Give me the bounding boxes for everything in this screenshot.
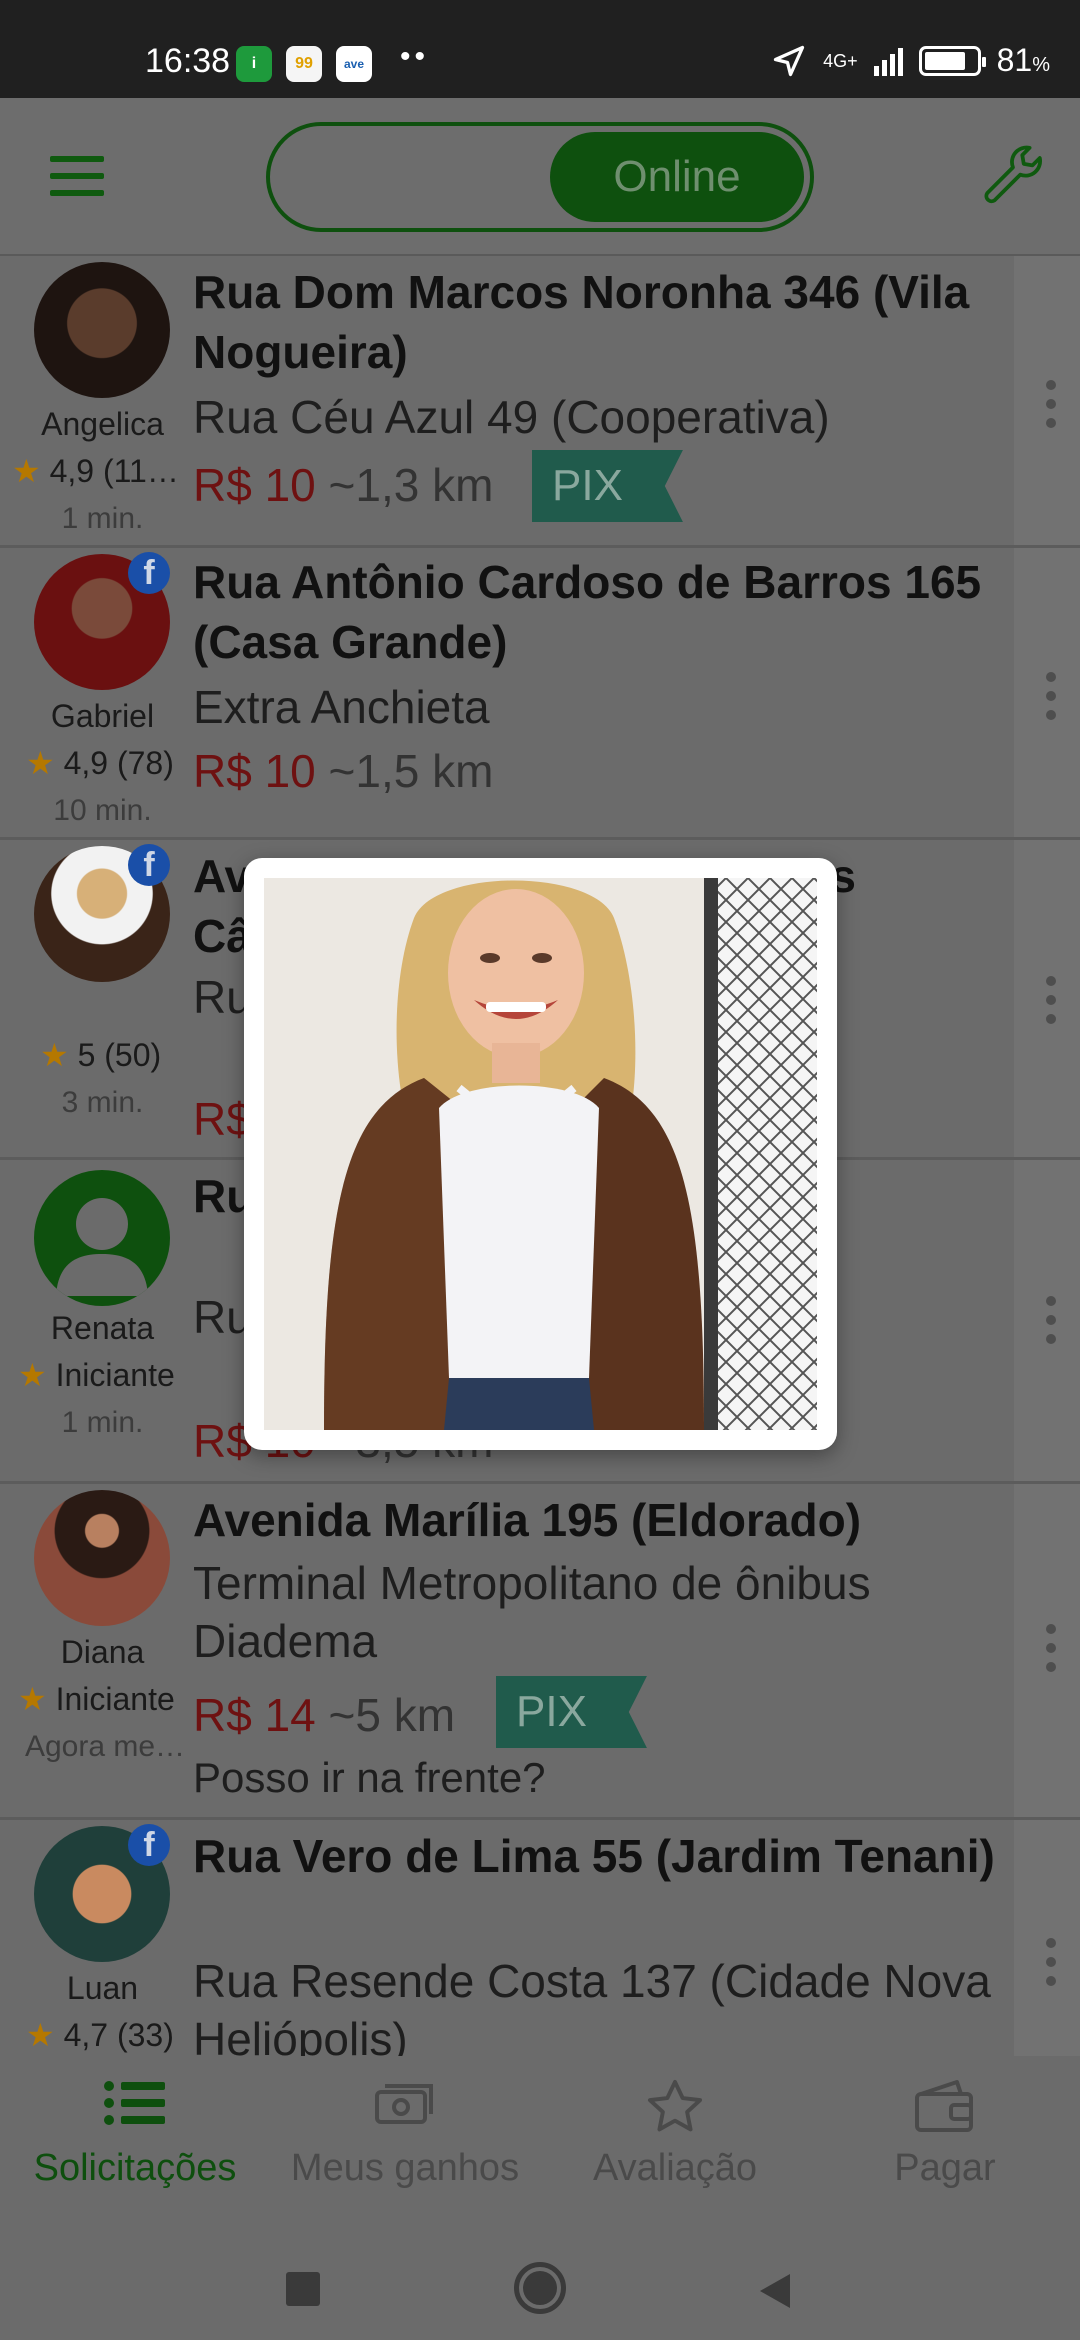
avatar: [34, 1490, 170, 1626]
back-icon[interactable]: [758, 2272, 792, 2310]
app-header: Online: [0, 98, 1080, 256]
request-time: 3 min.: [61, 1086, 144, 1119]
battery-percent: 81: [996, 42, 1033, 78]
online-toggle[interactable]: Online: [266, 122, 814, 232]
nav-meus-ganhos[interactable]: Meus ganhos: [270, 2078, 540, 2190]
passenger-rating: ★ 4,9 (11…: [12, 453, 179, 489]
passenger-name: Luan: [66, 1970, 139, 2006]
home-icon[interactable]: [514, 2262, 566, 2314]
request-time: Agora me…: [24, 1730, 186, 1763]
passenger-name: Angelica: [41, 406, 164, 442]
recent-apps-icon[interactable]: [286, 2272, 320, 2306]
star-icon: ★: [40, 1037, 69, 1073]
money-icon: [375, 2084, 433, 2124]
destination-address: Rua Resende Costa 137 (Cidade Nova Helió…: [193, 1955, 991, 2056]
passenger-note: Posso ir na frente?: [193, 1754, 546, 1801]
passenger-rating: ★ Iniciante: [18, 1681, 175, 1717]
destination-address: Terminal Metropolitano de ônibus Diadema: [193, 1557, 871, 1667]
avatar: [34, 262, 170, 398]
request-row[interactable]: f Gabriel ★ 4,9 (78) 10 min. Rua Antônio…: [0, 548, 1080, 840]
wrench-icon[interactable]: [980, 142, 1050, 212]
request-row[interactable]: Diana ★ Iniciante Agora me… Avenida Marí…: [0, 1484, 1080, 1820]
app-notification-icon: i: [236, 46, 272, 82]
passenger-name: Renata: [50, 1310, 155, 1346]
destination-address: Rua Céu Azul 49 (Cooperativa): [193, 391, 830, 443]
more-options-icon[interactable]: [1046, 1624, 1058, 1672]
fare: R$: [193, 1093, 252, 1145]
facebook-icon: f: [128, 1824, 170, 1866]
nav-label: Pagar: [894, 2147, 996, 2189]
battery-unit: %: [1032, 54, 1050, 76]
list-icon: [104, 2081, 165, 2125]
nav-pagar[interactable]: Pagar: [810, 2078, 1080, 2190]
passenger-rating: ★ Iniciante: [18, 1357, 175, 1393]
facebook-icon: f: [128, 552, 170, 594]
pix-badge: PIX: [532, 450, 683, 522]
menu-icon[interactable]: [50, 156, 104, 196]
battery-level: [924, 51, 966, 70]
request-time: 1 min.: [61, 502, 144, 535]
signal-icon: [873, 46, 903, 76]
star-icon: ★: [26, 2017, 55, 2053]
wallet-icon: [915, 2080, 973, 2132]
passenger-rating: ★ 5 (50): [40, 1037, 162, 1073]
more-options-icon[interactable]: [1046, 1296, 1058, 1344]
request-time: 1 min.: [61, 1406, 144, 1439]
origin-address: Rua Vero de Lima 55 (Jardim Tenani): [193, 1830, 995, 1882]
more-options-icon[interactable]: [1046, 976, 1058, 1024]
location-arrow-icon: [773, 45, 805, 76]
nav-avaliacao[interactable]: Avaliação: [540, 2078, 810, 2190]
request-row[interactable]: f Luan ★ 4,7 (33) Rua Vero de Lima 55 (J…: [0, 1820, 1080, 2056]
battery-icon: [918, 45, 986, 76]
system-navigation-bar: [0, 2216, 1080, 2340]
star-icon: [647, 2079, 703, 2132]
request-row[interactable]: Angelica ★ 4,9 (11… 1 min. Rua Dom Marco…: [0, 256, 1080, 548]
profile-photo-popup[interactable]: [244, 858, 837, 1450]
origin-address: Rua Antônio Cardoso de Barros 165 (Casa …: [193, 556, 982, 668]
more-notifications-icon: ••: [400, 40, 430, 73]
more-options-icon[interactable]: [1046, 1938, 1058, 1986]
nav-label: Meus ganhos: [290, 2147, 520, 2189]
app-99-icon: 99: [286, 46, 322, 82]
star-icon: ★: [26, 745, 55, 781]
nav-label: Solicitações: [33, 2147, 237, 2189]
origin-address: Rua Dom Marcos Noronha 346 (Vila Nogueir…: [193, 266, 970, 378]
star-icon: ★: [18, 1357, 47, 1393]
app-ave-icon: ave: [336, 46, 372, 82]
passenger-name: Gabriel: [50, 698, 155, 734]
nav-solicitacoes[interactable]: Solicitações: [0, 2078, 270, 2190]
more-options-icon[interactable]: [1046, 672, 1058, 720]
online-toggle-label: Online: [550, 132, 804, 222]
facebook-icon: f: [128, 844, 170, 886]
request-time: 10 min.: [53, 794, 152, 827]
bottom-navigation: Solicitações Meus ganhos Avaliação Pagar: [0, 2056, 1080, 2216]
fare: R$ 14 ~5 km: [193, 1689, 456, 1741]
origin-address: Avenida Marília 195 (Eldorado): [193, 1494, 862, 1546]
status-time: 16:38: [145, 42, 231, 80]
destination-address: Extra Anchieta: [193, 681, 490, 733]
network-type: 4G+: [823, 50, 858, 71]
fare: R$ 10 ~1,5 km: [193, 745, 494, 797]
avatar-placeholder-icon: [34, 1170, 170, 1306]
profile-photo: [264, 878, 817, 1430]
star-icon: ★: [12, 453, 41, 489]
status-bar: 16:38 i 99 ave •• 4G+ 81%: [0, 0, 1080, 98]
nav-label: Avaliação: [592, 2147, 758, 2189]
pix-badge: PIX: [496, 1676, 647, 1748]
passenger-name: Diana: [60, 1634, 145, 1670]
star-icon: ★: [18, 1681, 47, 1717]
more-options-icon[interactable]: [1046, 380, 1058, 428]
fare: R$ 10 ~1,3 km: [193, 459, 494, 511]
